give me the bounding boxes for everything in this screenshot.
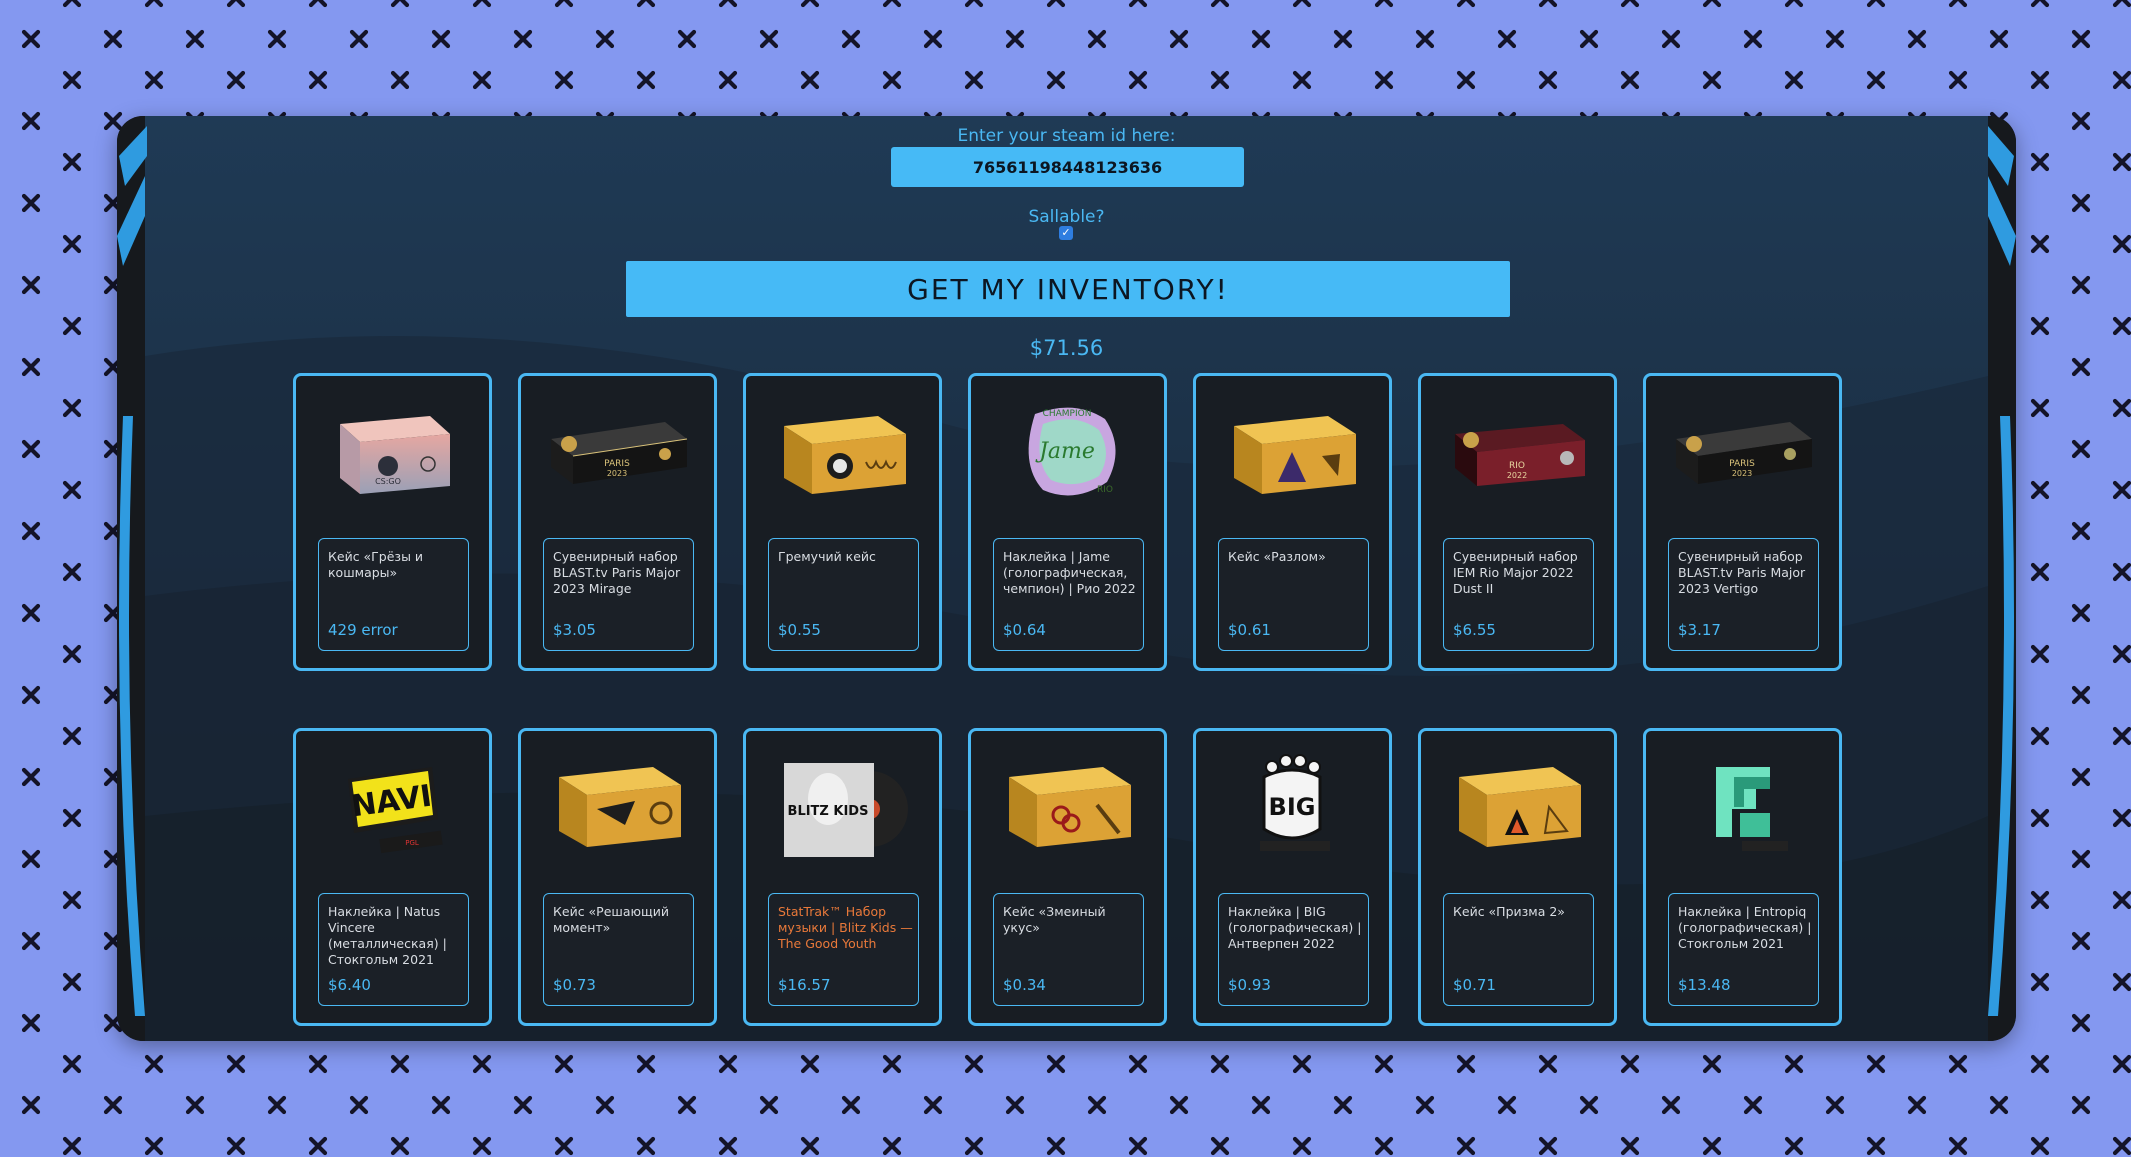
svg-text:2023: 2023 [607,469,627,478]
music-kit-icon: BLITZ KIDS [770,749,915,864]
item-price: $13.48 [1678,976,1731,994]
weapon-case-icon [1220,394,1365,509]
svg-text:Jame: Jame [1035,439,1095,464]
souvenir-package-icon: PARIS 2023 [545,394,690,509]
steam-id-label: Enter your steam id here: [957,126,1176,146]
sticker-icon: Jame CHAMPION RIO [995,394,1140,509]
inventory-item-card[interactable]: CS:GO Кейс «Грёзы и кошмары» 429 error [293,373,492,671]
svg-text:CS:GO: CS:GO [375,477,401,486]
get-inventory-button[interactable]: GET MY INVENTORY! [626,261,1510,317]
souvenir-package-icon: PARIS 2023 [1670,394,1815,509]
sticker-icon [1670,749,1815,864]
inventory-total-value: $71.56 [1029,336,1104,360]
inventory-item-card[interactable]: Jame CHAMPION RIO Наклейка | Jame (голог… [968,373,1167,671]
inventory-item-card[interactable]: Кейс «Решающий момент» $0.73 [518,728,717,1026]
item-price: $0.55 [778,621,821,639]
sticker-icon: NAVI PGL [320,749,465,864]
svg-text:BIG: BIG [1269,793,1316,821]
item-price: $16.57 [778,976,831,994]
weapon-case-icon [770,394,915,509]
inventory-item-card[interactable]: Кейс «Призма 2» $0.71 [1418,728,1617,1026]
souvenir-package-icon: RIO 2022 [1445,394,1590,509]
item-price: $0.93 [1228,976,1271,994]
case-dreams-nightmares-icon: CS:GO [320,394,465,509]
item-name: Кейс «Разлом» [1228,549,1326,564]
item-price: 429 error [328,621,398,639]
item-name: Сувенирный набор BLAST.tv Paris Major 20… [1678,549,1806,596]
item-price: $0.61 [1228,621,1271,639]
weapon-case-icon [545,749,690,864]
item-price: $3.17 [1678,621,1721,639]
inventory-item-card[interactable]: PARIS 2023 Сувенирный набор BLAST.tv Par… [1643,373,1842,671]
inventory-item-card[interactable]: NAVI PGL Наклейка | Natus Vincere (метал… [293,728,492,1026]
steam-id-input[interactable] [891,147,1244,187]
item-name: Наклейка | Entropiq (голографическая) | … [1678,904,1812,951]
svg-text:RIO: RIO [1509,461,1525,471]
item-name: Сувенирный набор BLAST.tv Paris Major 20… [553,549,681,596]
item-name: Кейс «Призма 2» [1453,904,1565,919]
svg-text:PARIS: PARIS [604,459,630,469]
svg-text:PGL: PGL [405,839,419,847]
svg-text:CHAMPION: CHAMPION [1043,409,1092,419]
weapon-case-icon [1445,749,1590,864]
svg-text:2022: 2022 [1507,471,1527,480]
inventory-item-card[interactable]: BIG Наклейка | BIG (голографическая) | А… [1193,728,1392,1026]
item-price: $0.34 [1003,976,1046,994]
inventory-item-card[interactable]: BLITZ KIDS StatTrak™ Набор музыки | Blit… [743,728,942,1026]
item-price: $0.71 [1453,976,1496,994]
inventory-panel: Enter your steam id here: Sallable? ✓ GE… [117,116,2016,1041]
item-price: $6.55 [1453,621,1496,639]
item-name: Сувенирный набор IEM Rio Major 2022 Dust… [1453,549,1578,596]
item-name: Наклейка | Natus Vincere (металлическая)… [328,904,447,967]
inventory-item-card[interactable]: Кейс «Змеиный укус» $0.34 [968,728,1167,1026]
svg-text:2023: 2023 [1732,469,1752,478]
inventory-item-card[interactable]: Кейс «Разлом» $0.61 [1193,373,1392,671]
item-name: Кейс «Грёзы и кошмары» [328,549,424,580]
inventory-item-card[interactable]: Гремучий кейс $0.55 [743,373,942,671]
item-price: $6.40 [328,976,371,994]
svg-text:RIO: RIO [1097,485,1113,495]
item-name: Наклейка | Jame (голографическая, чемпио… [1003,549,1136,596]
item-price: $3.05 [553,621,596,639]
inventory-item-card[interactable]: RIO 2022 Сувенирный набор IEM Rio Major … [1418,373,1617,671]
svg-text:PARIS: PARIS [1729,459,1755,469]
item-name: Наклейка | BIG (голографическая) | Антве… [1228,904,1362,951]
item-name: StatTrak™ Набор музыки | Blitz Kids — Th… [778,904,913,951]
svg-text:BLITZ KIDS: BLITZ KIDS [788,804,869,819]
sellable-checkbox[interactable]: ✓ [1059,226,1073,240]
item-name: Кейс «Змеиный укус» [1003,904,1106,935]
inventory-item-card[interactable]: Наклейка | Entropiq (голографическая) | … [1643,728,1842,1026]
item-price: $0.64 [1003,621,1046,639]
weapon-case-icon [995,749,1140,864]
item-name: Кейс «Решающий момент» [553,904,670,935]
item-name: Гремучий кейс [778,549,876,564]
inventory-item-card[interactable]: PARIS 2023 Сувенирный набор BLAST.tv Par… [518,373,717,671]
sticker-icon: BIG [1220,749,1365,864]
sellable-label: Sallable? [1028,207,1105,227]
item-price: $0.73 [553,976,596,994]
